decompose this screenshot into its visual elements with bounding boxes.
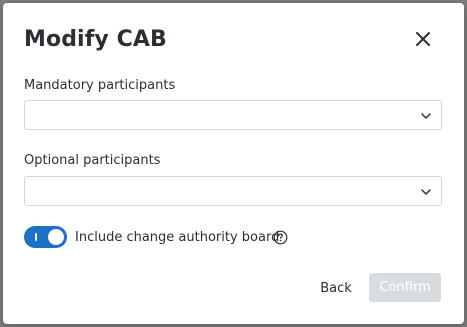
close-button[interactable] [413, 29, 433, 49]
toggle-on-mark [35, 233, 37, 241]
optional-participants-label: Optional participants [24, 153, 161, 168]
chevron-down-icon [420, 110, 432, 122]
confirm-button[interactable]: Confirm [369, 273, 441, 302]
optional-participants-select[interactable] [24, 176, 442, 206]
toggle-knob [48, 229, 64, 245]
include-cab-label: Include change authority board [75, 230, 280, 245]
include-cab-toggle[interactable] [24, 226, 67, 248]
close-icon [416, 32, 430, 46]
question-circle-icon[interactable] [273, 230, 288, 245]
mandatory-participants-select[interactable] [24, 100, 442, 130]
mandatory-participants-label: Mandatory participants [24, 78, 176, 93]
back-button[interactable]: Back [313, 275, 359, 303]
modify-cab-dialog: Modify CAB Mandatory participants Option… [3, 3, 464, 324]
chevron-down-icon [420, 186, 432, 198]
dialog-title: Modify CAB [24, 27, 167, 52]
